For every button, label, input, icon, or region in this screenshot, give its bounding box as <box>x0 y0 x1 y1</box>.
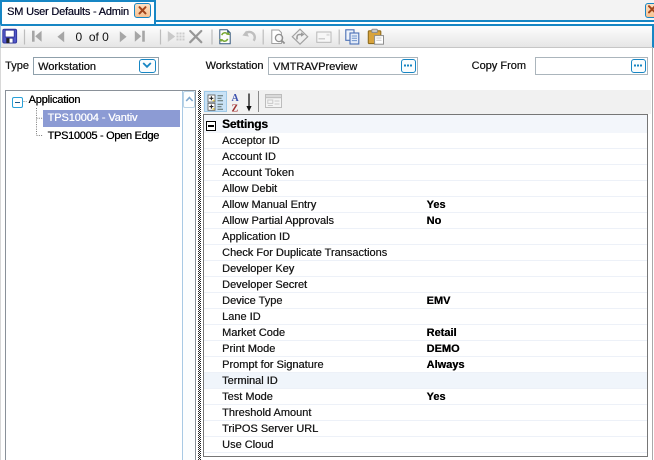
svg-text:Z: Z <box>232 104 239 114</box>
svg-text:0 of 0: 0 of 0 <box>76 29 110 43</box>
svg-text:A: A <box>232 93 240 104</box>
